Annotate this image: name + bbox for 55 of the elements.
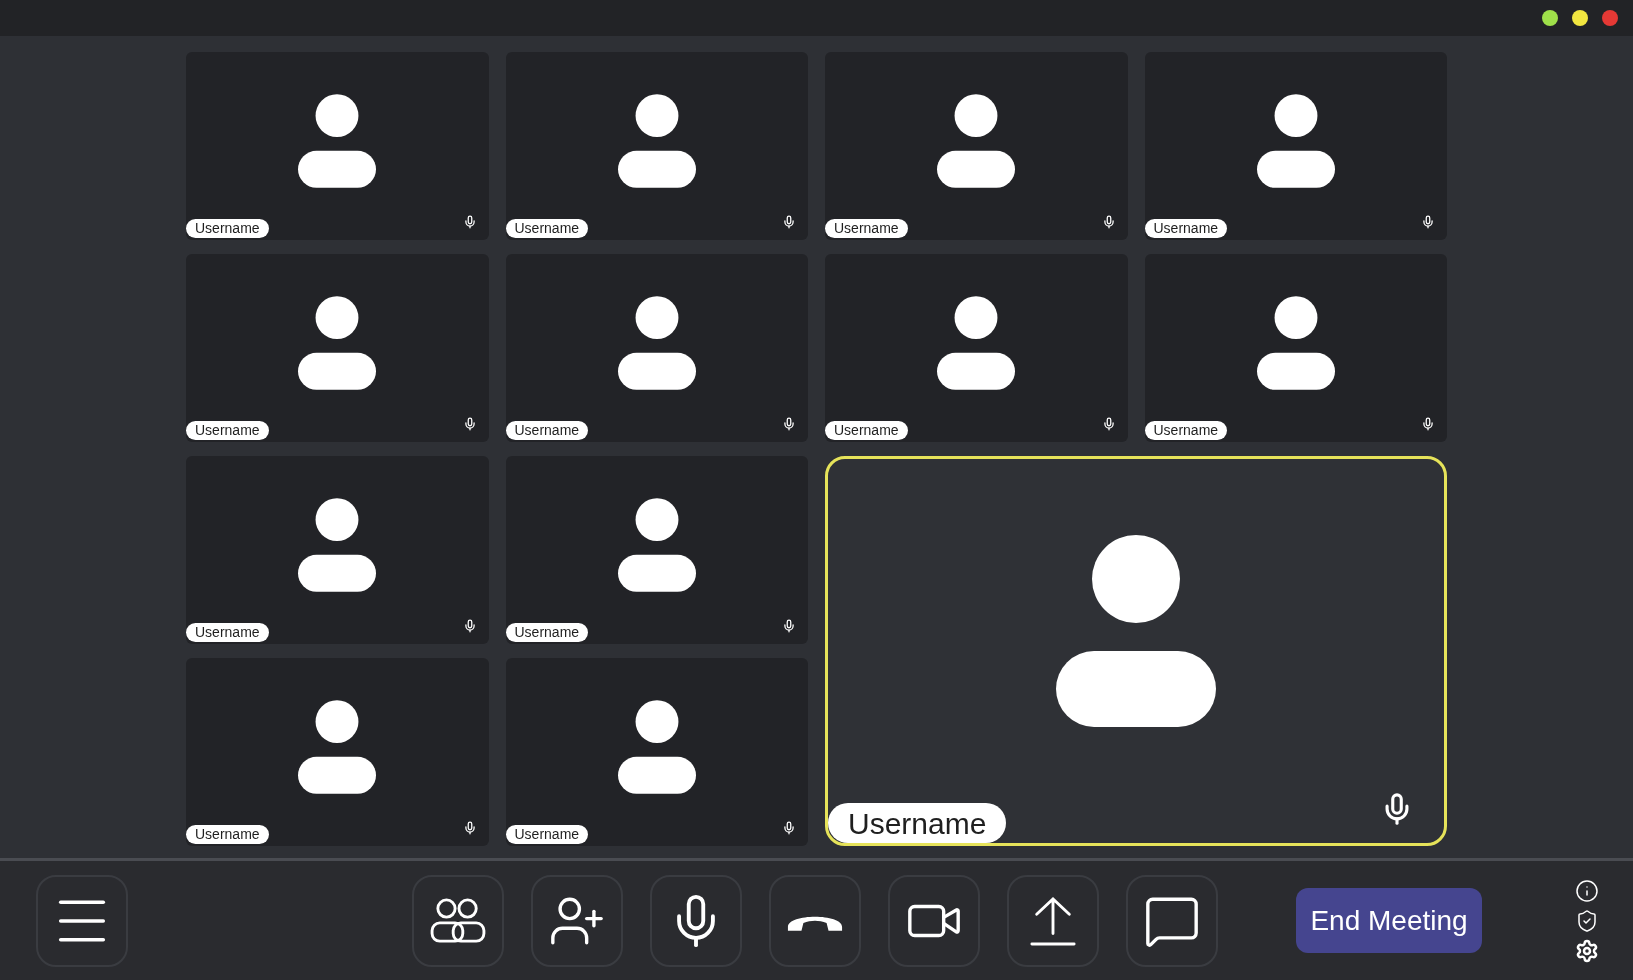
video-button[interactable] <box>888 874 980 967</box>
username-label: Username <box>186 825 269 844</box>
video-tile[interactable]: Username <box>505 658 808 846</box>
upload-icon <box>1029 894 1077 947</box>
username-label: Username <box>825 219 908 238</box>
username-label: Username <box>186 219 269 238</box>
video-tile[interactable]: Username <box>825 254 1128 442</box>
video-tile[interactable]: Username <box>186 254 489 442</box>
username-label: Username <box>828 803 1007 843</box>
participants-button[interactable] <box>412 874 504 967</box>
username-label: Username <box>505 623 589 642</box>
window-control[interactable] <box>1542 10 1558 26</box>
video-tile[interactable]: Username <box>186 658 489 846</box>
window-control[interactable] <box>1572 10 1588 26</box>
person-icon <box>1256 94 1335 188</box>
video-tile[interactable]: Username <box>1144 254 1447 442</box>
shield-icon[interactable] <box>1575 908 1599 933</box>
username-label: Username <box>186 623 269 642</box>
video-tile[interactable]: Username <box>505 52 808 240</box>
person-icon <box>298 700 377 794</box>
person-icon <box>1056 535 1216 727</box>
info-icon[interactable] <box>1575 878 1599 903</box>
person-icon <box>1256 296 1335 390</box>
person-icon <box>937 296 1016 390</box>
video-tile[interactable]: Username <box>825 456 1447 846</box>
end-meeting-button[interactable]: End Meeting <box>1296 888 1482 953</box>
username-label: Username <box>1144 421 1228 440</box>
add-person-button[interactable] <box>531 874 623 967</box>
share-button[interactable] <box>1007 874 1099 967</box>
video-tile[interactable]: Username <box>186 456 489 644</box>
person-icon <box>617 296 696 390</box>
username-label: Username <box>505 421 589 440</box>
video-tile[interactable]: Username <box>505 254 808 442</box>
video-tile[interactable]: Username <box>186 52 489 240</box>
person-icon <box>298 498 377 592</box>
video-tile[interactable]: Username <box>505 456 808 644</box>
mic-button[interactable] <box>650 874 742 967</box>
username-label: Username <box>505 219 589 238</box>
video-tile[interactable]: Username <box>825 52 1128 240</box>
person-icon <box>617 498 696 592</box>
person-icon <box>617 700 696 794</box>
person-icon <box>617 94 696 188</box>
settings-icon[interactable] <box>1575 938 1599 963</box>
person-icon <box>937 94 1016 188</box>
people-icon <box>429 896 487 945</box>
person-icon <box>298 296 377 390</box>
chat-button[interactable] <box>1126 874 1218 967</box>
video-tile[interactable]: Username <box>1144 52 1447 240</box>
hang-up-button[interactable] <box>769 874 861 967</box>
username-label: Username <box>186 421 269 440</box>
username-label: Username <box>505 825 589 844</box>
username-label: Username <box>825 421 908 440</box>
person-icon <box>298 94 377 188</box>
menu-button[interactable] <box>36 874 128 967</box>
username-label: Username <box>1144 219 1228 238</box>
